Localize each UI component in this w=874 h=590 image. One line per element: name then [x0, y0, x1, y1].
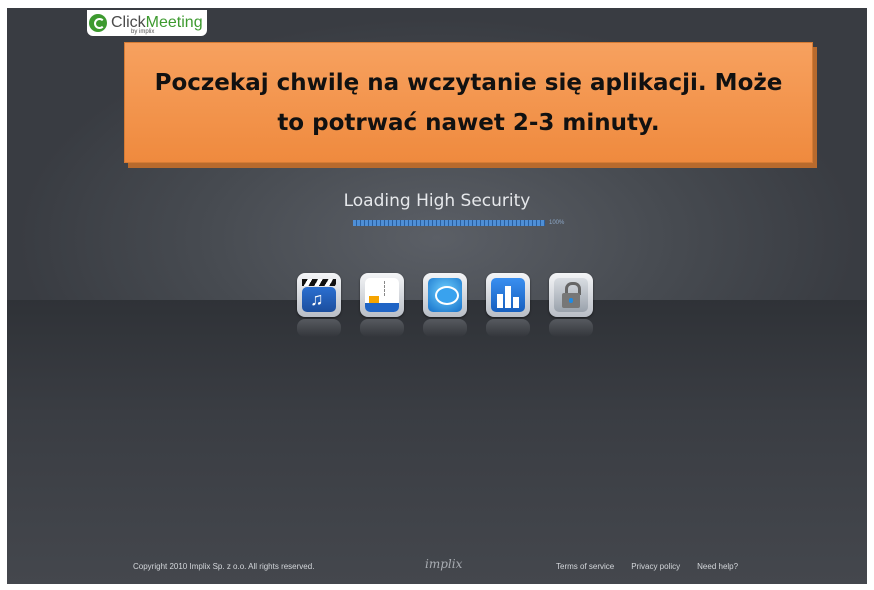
progress-track: [353, 220, 545, 226]
clickmeeting-logo-icon: [89, 14, 107, 32]
terms-of-service-link[interactable]: Terms of service: [556, 562, 614, 571]
feature-icons-row: ♫: [297, 273, 593, 337]
wait-notice-banner: Poczekaj chwilę na wczytanie się aplikac…: [124, 42, 813, 163]
progress-fill: [353, 220, 545, 226]
media-player-icon: ♫: [297, 273, 341, 337]
banner-line-1: Poczekaj chwilę na wczytanie się aplikac…: [154, 69, 783, 96]
loading-progress: 100%: [353, 220, 564, 226]
need-help-link[interactable]: Need help?: [697, 562, 738, 571]
implix-footer-logo: implix: [425, 557, 463, 571]
clickmeeting-logo: Click Meeting by implix: [87, 10, 207, 36]
security-lock-icon: [549, 273, 593, 337]
logo-byline: by implix: [131, 29, 155, 35]
progress-percent-label: 100%: [549, 220, 565, 226]
privacy-policy-link[interactable]: Privacy policy: [631, 562, 680, 571]
footer: Copyright 2010 Implix Sp. z o.o. All rig…: [7, 556, 867, 576]
chat-icon: [423, 273, 467, 337]
whiteboard-icon: [360, 273, 404, 337]
footer-links: Terms of service Privacy policy Need hel…: [556, 562, 738, 571]
app-frame: Click Meeting by implix Poczekaj chwilę n…: [7, 8, 867, 584]
statistics-icon: [486, 273, 530, 337]
footer-copyright: Copyright 2010 Implix Sp. z o.o. All rig…: [133, 562, 315, 571]
loading-title: Loading High Security: [343, 191, 531, 211]
banner-line-2: to potrwać nawet 2-3 minuty.: [277, 109, 660, 136]
